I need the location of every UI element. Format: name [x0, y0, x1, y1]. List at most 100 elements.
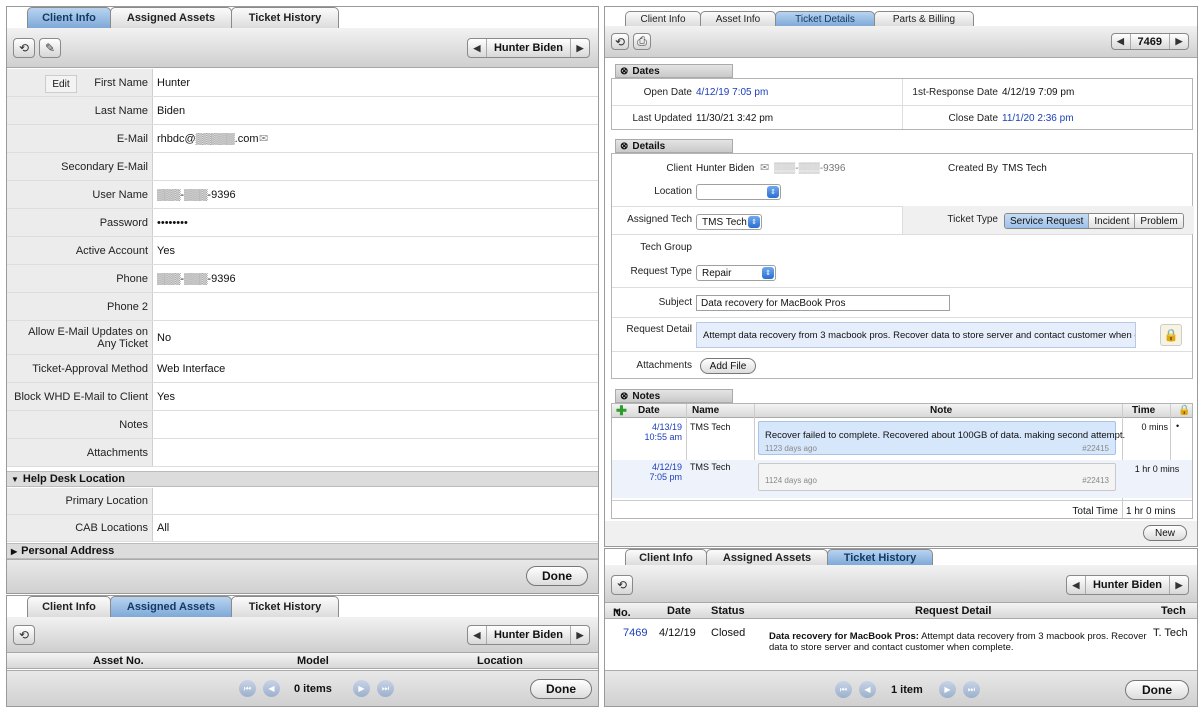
- refresh-button[interactable]: ⟲: [611, 33, 629, 50]
- field-value[interactable]: All: [153, 515, 598, 541]
- column-model[interactable]: Model: [297, 655, 329, 667]
- field-row: Last Name Biden: [7, 97, 598, 125]
- done-button[interactable]: Done: [1125, 680, 1189, 700]
- details-header[interactable]: ⊗ Details: [615, 139, 733, 153]
- segment-problem[interactable]: Problem: [1135, 214, 1183, 228]
- next-arrow-icon[interactable]: ▶: [571, 39, 589, 57]
- envelope-icon[interactable]: ✉: [259, 132, 268, 145]
- subject-input[interactable]: Data recovery for MacBook Pros: [696, 295, 950, 311]
- next-page-icon[interactable]: ▶: [353, 680, 370, 697]
- field-value[interactable]: Biden: [153, 97, 598, 124]
- tab-ticket-details[interactable]: Ticket Details: [775, 11, 875, 26]
- tab-ticket-history[interactable]: Ticket History: [231, 7, 339, 28]
- assigned-tech-select[interactable]: TMS Tech ⇕: [696, 214, 762, 230]
- segment-incident[interactable]: Incident: [1089, 214, 1136, 228]
- field-value[interactable]: [153, 293, 598, 320]
- add-note-icon[interactable]: ✚: [616, 403, 627, 419]
- field-value[interactable]: Hunter: [153, 69, 598, 96]
- field-value[interactable]: Web Interface: [153, 355, 598, 382]
- column-asset-no[interactable]: Asset No.: [93, 655, 144, 667]
- dates-header[interactable]: ⊗ Dates: [615, 64, 733, 78]
- help-desk-location-header[interactable]: ▼ Help Desk Location: [7, 471, 598, 487]
- notes-column-header: ✚ Date Name Note Time 🔒: [612, 403, 1192, 419]
- next-arrow-icon[interactable]: ▶: [1170, 576, 1188, 594]
- field-label: Last Name: [7, 97, 153, 124]
- refresh-button[interactable]: ⟲: [13, 625, 35, 645]
- done-button[interactable]: Done: [530, 679, 592, 699]
- first-response-label: 1st-Response Date: [912, 87, 998, 98]
- previous-arrow-icon[interactable]: ◀: [468, 626, 486, 644]
- tab-assigned-assets[interactable]: Assigned Assets: [706, 549, 828, 565]
- column-location[interactable]: Location: [477, 655, 523, 667]
- field-value[interactable]: [153, 488, 598, 514]
- previous-arrow-icon[interactable]: ◀: [1067, 576, 1085, 594]
- location-select[interactable]: ⇕: [696, 184, 781, 200]
- new-note-button[interactable]: New: [1143, 525, 1187, 541]
- collapse-icon: ⊗: [620, 140, 629, 152]
- tab-client-info[interactable]: Client Info: [27, 7, 111, 28]
- field-value[interactable]: ••••••••: [153, 209, 598, 236]
- field-value[interactable]: No: [153, 321, 598, 354]
- note-age: 1124 days ago: [765, 476, 817, 485]
- tab-client-info[interactable]: Client Info: [625, 11, 701, 26]
- field-value[interactable]: [153, 439, 598, 466]
- column-date[interactable]: Date: [667, 605, 691, 617]
- previous-page-icon[interactable]: ◀: [263, 680, 280, 697]
- print-button[interactable]: ⎙: [633, 33, 651, 50]
- field-row: Password ••••••••: [7, 209, 598, 237]
- tab-client-info[interactable]: Client Info: [625, 549, 707, 565]
- note-row[interactable]: 4/12/19 7:05 pm TMS Tech 1124 days ago #…: [612, 460, 1192, 498]
- field-value[interactable]: rhbdc@▒▒▒▒▒.com: [153, 125, 598, 152]
- previous-arrow-icon[interactable]: ◀: [468, 39, 486, 57]
- field-label: Active Account: [7, 237, 153, 264]
- envelope-icon[interactable]: ✉: [760, 161, 769, 174]
- field-value[interactable]: [153, 411, 598, 438]
- tab-ticket-history[interactable]: Ticket History: [231, 596, 339, 617]
- note-time-of-day: 7:05 pm: [649, 472, 682, 482]
- tab-ticket-history[interactable]: Ticket History: [827, 549, 933, 565]
- tab-assigned-assets[interactable]: Assigned Assets: [110, 596, 232, 617]
- column-status[interactable]: Status: [711, 605, 745, 617]
- last-page-icon[interactable]: ⏭: [963, 681, 980, 698]
- field-value[interactable]: ▒▒▒-▒▒▒-9396: [153, 181, 598, 208]
- field-value[interactable]: Yes: [153, 383, 598, 410]
- refresh-icon: ⟲: [18, 41, 30, 55]
- edit-button[interactable]: ✎: [39, 38, 61, 58]
- column-request-detail[interactable]: Request Detail: [915, 605, 991, 617]
- last-updated-label: Last Updated: [632, 113, 693, 124]
- tab-client-info[interactable]: Client Info: [27, 596, 111, 617]
- segment-service-request[interactable]: Service Request: [1005, 214, 1090, 228]
- ticket-type-segmented: Service Request Incident Problem: [1004, 213, 1184, 229]
- next-page-icon[interactable]: ▶: [939, 681, 956, 698]
- previous-arrow-icon[interactable]: ◀: [1112, 34, 1130, 49]
- stepper-icon: ⇕: [762, 267, 774, 279]
- refresh-button[interactable]: ⟲: [13, 38, 35, 58]
- field-value[interactable]: ▒▒▒-▒▒▒-9396: [153, 265, 598, 292]
- field-label: Block WHD E-Mail to Client: [7, 383, 153, 410]
- tab-asset-info[interactable]: Asset Info: [700, 11, 776, 26]
- notes-header[interactable]: ⊗ Notes: [615, 389, 733, 403]
- first-page-icon[interactable]: ⏮: [239, 680, 256, 697]
- first-page-icon[interactable]: ⏮: [835, 681, 852, 698]
- open-date-value: 4/12/19 7:05 pm: [696, 87, 769, 98]
- column-tech[interactable]: Tech: [1161, 605, 1186, 617]
- next-arrow-icon[interactable]: ▶: [1170, 34, 1188, 49]
- request-detail-text[interactable]: Attempt data recovery from 3 macbook pro…: [696, 322, 1136, 348]
- lock-button[interactable]: 🔒: [1160, 324, 1182, 346]
- note-row[interactable]: 4/13/19 10:55 am TMS Tech Recover failed…: [612, 418, 1192, 458]
- personal-address-header[interactable]: ▶ Personal Address: [7, 543, 598, 559]
- last-page-icon[interactable]: ⏭: [377, 680, 394, 697]
- refresh-button[interactable]: ⟲: [611, 575, 633, 595]
- ticket-number-link[interactable]: 7469: [623, 627, 647, 639]
- history-row[interactable]: 7469 4/12/19 Closed Data recovery for Ma…: [605, 621, 1197, 667]
- add-file-button[interactable]: Add File: [700, 358, 756, 374]
- created-by-value: TMS Tech: [1002, 163, 1047, 174]
- tab-assigned-assets[interactable]: Assigned Assets: [110, 7, 232, 28]
- previous-page-icon[interactable]: ◀: [859, 681, 876, 698]
- field-value[interactable]: Yes: [153, 237, 598, 264]
- tab-parts-billing[interactable]: Parts & Billing: [874, 11, 974, 26]
- next-arrow-icon[interactable]: ▶: [571, 626, 589, 644]
- request-type-select[interactable]: Repair ⇕: [696, 265, 776, 281]
- done-button[interactable]: Done: [526, 566, 588, 586]
- field-value[interactable]: [153, 153, 598, 180]
